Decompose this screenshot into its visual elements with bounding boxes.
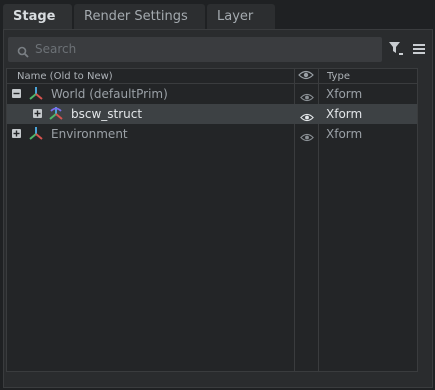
tab-bar: Stage Render Settings Layer <box>0 0 435 29</box>
tab-layer[interactable]: Layer <box>207 4 275 29</box>
search-input[interactable]: Search <box>8 37 382 62</box>
tree-row-label: Environment <box>51 127 128 141</box>
filter-icon[interactable] <box>388 40 404 58</box>
search-icon <box>17 43 29 62</box>
eye-icon[interactable] <box>298 69 314 84</box>
tab-stage[interactable]: Stage <box>3 4 72 29</box>
tab-render-settings[interactable]: Render Settings <box>74 4 205 29</box>
eye-icon[interactable] <box>300 128 314 147</box>
tree-row-label: bscw_struct <box>71 107 143 121</box>
tree-row-type: Xform <box>326 107 363 121</box>
search-placeholder: Search <box>35 42 77 56</box>
xform-reference-icon <box>48 106 64 126</box>
xform-icon <box>28 126 44 146</box>
expand-icon[interactable] <box>12 129 21 138</box>
collapse-icon[interactable] <box>12 89 21 98</box>
tree-row-type: Xform <box>326 87 363 101</box>
tree-row-world[interactable]: World (defaultPrim) Xform <box>7 84 417 104</box>
hamburger-menu-icon[interactable] <box>412 41 426 55</box>
tree-row-bscw-struct[interactable]: bscw_struct Xform <box>7 104 417 124</box>
tree-row-type: Xform <box>326 127 363 141</box>
tree-row-label: World (defaultPrim) <box>51 87 168 101</box>
column-header-type[interactable]: Type <box>327 71 350 82</box>
xform-icon <box>28 86 44 106</box>
expand-icon[interactable] <box>33 109 42 118</box>
tree-row-environment[interactable]: Environment Xform <box>7 124 417 144</box>
column-header-name[interactable]: Name (Old to New) <box>17 71 113 82</box>
